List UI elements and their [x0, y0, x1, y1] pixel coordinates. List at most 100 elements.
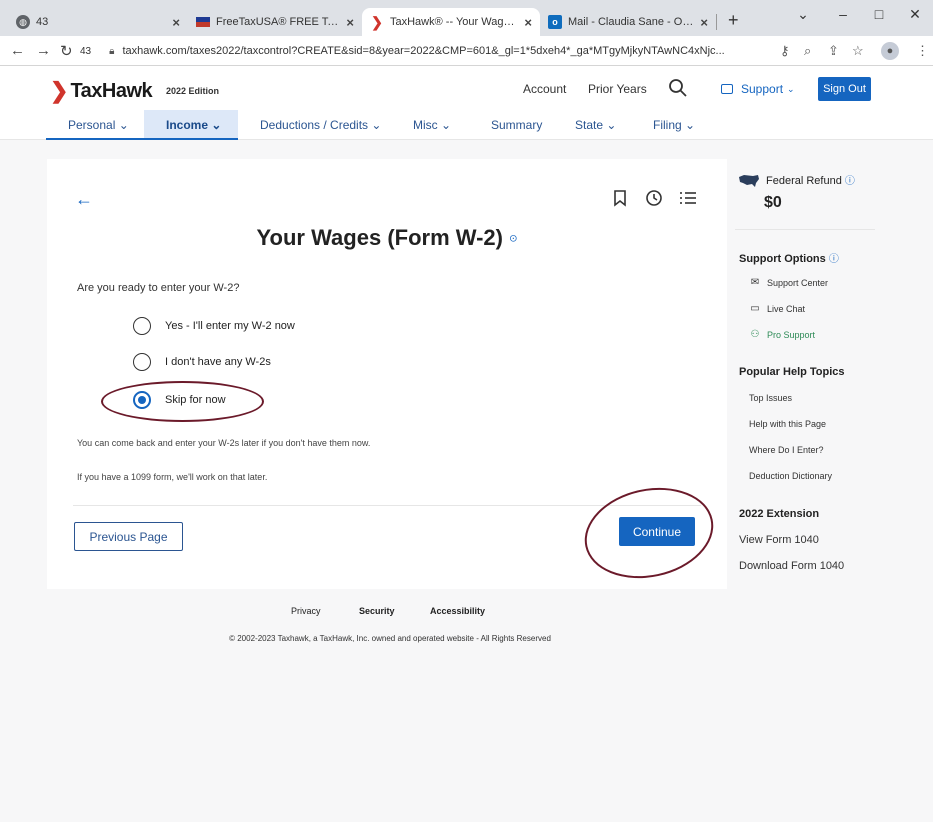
close-icon[interactable]: ×: [524, 15, 532, 30]
forward-icon[interactable]: →: [36, 42, 51, 59]
browser-tab-1[interactable]: ◍ 43 ×: [8, 8, 188, 36]
reload-icon[interactable]: ↻: [60, 42, 73, 60]
close-icon[interactable]: ×: [172, 15, 180, 30]
chevron-down-icon: ⌄: [211, 118, 222, 132]
nav-state[interactable]: State ⌄: [563, 110, 645, 140]
download-form-link[interactable]: Download Form 1040: [739, 560, 844, 572]
browser-tab-2[interactable]: FreeTaxUSA® FREE Tax Filing ×: [188, 8, 362, 36]
nav-underline: [46, 138, 144, 140]
live-chat-link[interactable]: ▭ Live Chat: [749, 303, 805, 314]
account-link[interactable]: Account: [523, 82, 566, 96]
close-icon[interactable]: ×: [346, 15, 354, 30]
refund-amount: $0: [764, 194, 782, 211]
maximize-icon[interactable]: □: [864, 6, 894, 22]
support-options-heading: Support Options ⓘ: [739, 253, 839, 265]
help-circle-icon[interactable]: ⓘ: [845, 176, 855, 187]
question-text: Are you ready to enter your W-2?: [77, 282, 240, 294]
menu-icon[interactable]: ⋮: [916, 43, 929, 59]
accessibility-link[interactable]: Accessibility: [430, 606, 485, 616]
hawk-logo-icon: ❯: [50, 78, 69, 103]
browser-tab-3[interactable]: ❯ TaxHawk® -- Your Wages (Fo ×: [362, 8, 540, 36]
close-icon[interactable]: ×: [700, 15, 708, 30]
extension-heading: 2022 Extension: [739, 508, 820, 520]
help-link[interactable]: Help with this Page: [749, 419, 826, 429]
privacy-link[interactable]: Privacy: [291, 606, 321, 616]
prior-years-link[interactable]: Prior Years: [588, 82, 647, 96]
nav-misc[interactable]: Misc ⌄: [395, 110, 473, 140]
pro-support-link[interactable]: ⚇ Pro Support: [749, 329, 816, 340]
clock-icon[interactable]: [645, 189, 663, 207]
site-header: ❯ TaxHawk 2022 Edition Account Prior Yea…: [0, 66, 933, 140]
sign-out-button[interactable]: Sign Out: [818, 77, 871, 101]
hawk-icon: ❯: [371, 13, 383, 30]
nav-income[interactable]: Income ⌄: [144, 110, 238, 140]
radio-button[interactable]: [133, 353, 151, 371]
popular-help-heading: Popular Help Topics: [739, 366, 845, 378]
edition-label: 2022 Edition: [166, 86, 220, 96]
url-text: taxhawk.com/taxes2022/taxcontrol?CREATE&…: [122, 45, 725, 57]
refund-box: Federal Refund ⓘ $0: [735, 166, 875, 230]
option-no-w2[interactable]: I don't have any W-2s: [133, 353, 271, 371]
nav-deductions-credits[interactable]: Deductions / Credits ⌄: [238, 110, 395, 140]
mail-icon: o: [548, 15, 562, 29]
help-link[interactable]: Where Do I Enter?: [749, 445, 824, 455]
chat-icon: [721, 84, 733, 94]
minimize-icon[interactable]: –: [828, 6, 858, 22]
list-icon[interactable]: [679, 189, 697, 207]
nav-filing[interactable]: Filing ⌄: [645, 110, 725, 140]
main-card: ← Your Wages (Form W-2) ⊙ Are you ready …: [47, 159, 727, 590]
bookmark-icon[interactable]: [611, 189, 629, 207]
annotation-circle: [576, 476, 722, 590]
taxhawk-logo[interactable]: ❯ TaxHawk: [50, 78, 153, 104]
back-icon[interactable]: ←: [10, 42, 25, 59]
annotation-circle: [101, 381, 264, 422]
tab-count: 43: [80, 45, 92, 57]
nav-underline: [144, 138, 238, 140]
profile-avatar-icon[interactable]: ●: [881, 42, 899, 60]
key-icon[interactable]: ⚷: [780, 43, 790, 59]
previous-page-button[interactable]: Previous Page: [74, 522, 183, 551]
nav-personal[interactable]: Personal ⌄: [46, 110, 144, 140]
page-title: Your Wages (Form W-2) ⊙: [256, 225, 518, 250]
main-nav: Personal ⌄ Income ⌄ Deductions / Credits…: [46, 110, 725, 140]
help-link[interactable]: Deduction Dictionary: [749, 471, 832, 481]
chevron-down-icon: ⌄: [606, 118, 617, 132]
chevron-down-icon: ⌄: [441, 118, 452, 132]
tab-search-icon[interactable]: ⌄: [788, 6, 818, 23]
help-link[interactable]: Top Issues: [749, 393, 792, 403]
security-link[interactable]: Security: [359, 606, 395, 616]
chat-icon: ▭: [750, 303, 760, 314]
view-form-link[interactable]: View Form 1040: [739, 534, 819, 546]
radio-button[interactable]: [133, 317, 151, 335]
browser-toolbar: ← → ↻ 43 🔒︎ taxhawk.com/taxes2022/taxcon…: [0, 36, 933, 66]
window-close-icon[interactable]: ✕: [900, 6, 930, 23]
help-circle-icon[interactable]: ⓘ: [829, 254, 839, 265]
chevron-down-icon: ⌄: [685, 118, 696, 132]
nav-summary[interactable]: Summary: [473, 110, 563, 140]
help-circle-icon[interactable]: ⊙: [509, 234, 517, 245]
usa-map-icon: [739, 175, 759, 187]
support-center-link[interactable]: ✉ Support Center: [749, 277, 828, 288]
bookmark-star-icon[interactable]: ☆: [852, 43, 864, 59]
lock-icon[interactable]: 🔒︎: [109, 46, 114, 57]
info-note: You can come back and enter your W-2s la…: [77, 438, 371, 448]
search-icon[interactable]: [668, 78, 688, 98]
chevron-down-icon: ⌄: [371, 118, 382, 132]
refund-label: Federal Refund ⓘ: [766, 175, 855, 187]
envelope-icon: ✉: [750, 277, 760, 288]
new-tab-button[interactable]: +: [728, 10, 739, 31]
address-bar[interactable]: 43 🔒︎ taxhawk.com/taxes2022/taxcontrol?C…: [80, 41, 762, 61]
option-enter-w2[interactable]: Yes - I'll enter my W-2 now: [133, 317, 295, 335]
support-menu[interactable]: Support ⌄: [721, 82, 795, 96]
chevron-down-icon: ⌄: [787, 83, 795, 94]
browser-tab-4[interactable]: o Mail - Claudia Sane - Outlook ×: [540, 8, 716, 36]
flag-icon: [196, 17, 210, 27]
person-icon: ⚇: [750, 329, 760, 340]
chevron-down-icon: ⌄: [118, 118, 129, 132]
copyright-text: © 2002-2023 Taxhawk, a TaxHawk, Inc. own…: [229, 634, 551, 643]
back-arrow-icon[interactable]: ←: [75, 189, 93, 210]
browser-tab-bar: ◍ 43 × FreeTaxUSA® FREE Tax Filing × ❯ T…: [0, 0, 933, 36]
zoom-icon[interactable]: ⌕: [804, 43, 811, 59]
globe-icon: ◍: [16, 15, 30, 29]
share-icon[interactable]: ⇪: [828, 43, 839, 59]
